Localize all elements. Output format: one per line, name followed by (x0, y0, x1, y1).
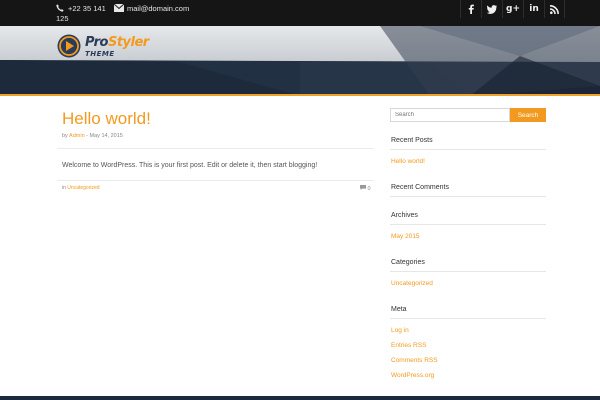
search-input[interactable] (390, 108, 510, 122)
divider (390, 271, 546, 272)
divider (390, 224, 546, 225)
divider (57, 180, 374, 181)
divider (57, 148, 374, 149)
linkedin-glyph: in (529, 4, 539, 14)
recent-posts-title: Recent Posts (391, 137, 433, 144)
recent-post-link[interactable]: Hello world! (391, 158, 425, 165)
post-meta: by Admin - May 14, 2015 (62, 133, 123, 139)
facebook-icon[interactable] (460, 0, 481, 18)
meta-comments-rss-link[interactable]: Comments RSS (391, 357, 438, 364)
comments-link[interactable]: 0 (360, 185, 371, 192)
archives-title: Archives (391, 212, 418, 219)
email-address[interactable]: mail@domain.com (127, 4, 189, 14)
categories-title: Categories (391, 259, 425, 266)
meta-prefix: by (62, 133, 68, 139)
phone-icon (56, 4, 64, 15)
post-author-link[interactable]: Admin (69, 133, 85, 139)
rss-icon[interactable] (544, 0, 565, 18)
envelope-icon (113, 3, 125, 15)
post-date: - May 14, 2015 (84, 133, 123, 139)
comment-icon (360, 185, 366, 190)
meta-entries-rss-link[interactable]: Entries RSS (391, 342, 426, 349)
phone-number: +22 35 141 (68, 4, 106, 13)
meta-title: Meta (391, 306, 407, 313)
post-content: Welcome to WordPress. This is your first… (62, 162, 318, 169)
site-header: ProStyler THEME (0, 26, 600, 96)
google-plus-glyph: g+ (506, 4, 520, 14)
divider (390, 196, 546, 197)
google-plus-icon[interactable]: g+ (502, 0, 523, 18)
divider (390, 318, 546, 319)
post-category-link[interactable]: Uncategorized (67, 185, 99, 191)
site-logo[interactable]: ProStyler THEME (57, 34, 167, 62)
phone-number-continued: 125 (56, 14, 69, 23)
category-prefix: in (62, 185, 66, 191)
logo-theme: THEME (85, 50, 115, 58)
archive-link[interactable]: May 2015 (391, 233, 420, 240)
top-bar: +22 35 141 125 mail@domain.com g+ in (0, 0, 600, 26)
post-title[interactable]: Hello world! (62, 109, 151, 129)
post-category: in Uncategorized (62, 185, 100, 191)
footer-strip (0, 396, 600, 400)
twitter-icon[interactable] (481, 0, 502, 18)
logo-play-icon (57, 34, 81, 58)
logo-styler: Styler (107, 35, 149, 50)
search-button[interactable]: Search (510, 108, 546, 122)
logo-pro: Pro (85, 35, 108, 50)
category-link[interactable]: Uncategorized (391, 280, 433, 287)
header-accent-line (0, 94, 600, 96)
social-links: g+ in (460, 0, 565, 18)
divider (390, 149, 546, 150)
linkedin-icon[interactable]: in (523, 0, 544, 18)
logo-wordmark: ProStyler (85, 35, 149, 50)
meta-wordpress-link[interactable]: WordPress.org (391, 372, 434, 379)
recent-comments-title: Recent Comments (391, 184, 449, 191)
meta-login-link[interactable]: Log in (391, 327, 409, 334)
comment-count: 0 (367, 186, 371, 192)
